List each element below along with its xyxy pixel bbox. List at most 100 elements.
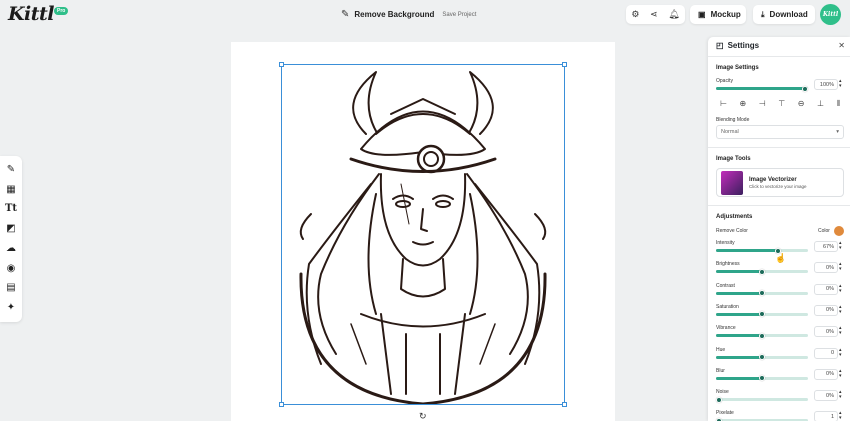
plan-badge: Pro bbox=[54, 7, 69, 15]
saturation-slider[interactable] bbox=[716, 311, 808, 318]
opacity-fill bbox=[716, 87, 808, 90]
rotate-icon[interactable]: ↻ bbox=[419, 411, 427, 421]
resize-handle-bl[interactable] bbox=[279, 402, 284, 407]
text-icon[interactable]: Tt bbox=[5, 204, 17, 214]
align-center-icon[interactable]: ⊕ bbox=[740, 99, 747, 109]
brightness-stepper-icon[interactable]: ▴ ▾ bbox=[839, 262, 842, 272]
opacity-knob[interactable] bbox=[802, 85, 808, 92]
contrast-knob[interactable] bbox=[759, 290, 765, 297]
hue-stepper-icon[interactable]: ▴ ▾ bbox=[839, 347, 842, 358]
brightness-label: Brightness bbox=[716, 261, 740, 268]
kittl-logo[interactable]: Kittl bbox=[8, 3, 55, 25]
close-icon[interactable]: ✕ bbox=[838, 41, 845, 50]
save-project-link[interactable]: Save Project bbox=[442, 12, 476, 18]
project-name[interactable]: Remove Background bbox=[354, 10, 434, 19]
vibrance-stepper-icon[interactable]: ▴ ▾ bbox=[839, 326, 842, 336]
brightness-fill bbox=[716, 270, 762, 274]
image-vectorizer-card[interactable]: Image Vectorizer Click to vectorize your… bbox=[716, 168, 844, 197]
pixelate-stepper-icon[interactable]: ▴ ▾ bbox=[839, 411, 842, 421]
settings-title: Settings bbox=[727, 41, 760, 50]
resize-handle-tr[interactable] bbox=[562, 62, 567, 67]
intensity-slider[interactable] bbox=[716, 247, 808, 254]
intensity-fill bbox=[716, 249, 778, 252]
blur-stepper-icon[interactable]: ▴ ▾ bbox=[839, 368, 842, 379]
bell-icon[interactable]: 🔔︎ bbox=[668, 9, 679, 20]
hue-fill bbox=[716, 355, 762, 359]
vibrance-value[interactable]: 0% bbox=[814, 326, 838, 338]
saturation-label: Saturation bbox=[716, 303, 739, 310]
align-top-icon[interactable]: ⊤ bbox=[778, 99, 785, 109]
mockup-button[interactable]: ▣ Mockup bbox=[690, 5, 746, 24]
opacity-slider[interactable] bbox=[716, 85, 808, 92]
settings-panel: ◰ Settings ✕ Image Settings Opacity 100%… bbox=[708, 37, 850, 421]
saturation-value[interactable]: 0% bbox=[814, 304, 838, 316]
vibrance-fill bbox=[716, 334, 762, 338]
pixelate-value[interactable]: 1 bbox=[814, 411, 838, 421]
chevron-down-icon: ▾ bbox=[836, 129, 839, 135]
selection-box[interactable] bbox=[281, 64, 565, 405]
remove-color-swatch[interactable] bbox=[834, 226, 844, 236]
align-middle-icon[interactable]: ⊖ bbox=[798, 99, 805, 109]
hue-slider[interactable] bbox=[716, 354, 808, 360]
intensity-value[interactable]: 67% bbox=[814, 241, 838, 252]
shapes-icon[interactable]: ◩ bbox=[6, 224, 15, 234]
upload-icon[interactable]: ☁ bbox=[6, 243, 16, 254]
contrast-slider[interactable] bbox=[716, 290, 808, 297]
divider bbox=[708, 205, 850, 206]
vibrance-knob[interactable] bbox=[759, 332, 765, 339]
opacity-stepper-icon[interactable]: ▴ ▾ bbox=[839, 79, 842, 89]
templates-icon[interactable]: ▦ bbox=[6, 184, 15, 195]
blending-mode-select[interactable]: Normal ▾ bbox=[716, 125, 844, 139]
noise-stepper-icon[interactable]: ▴ ▾ bbox=[839, 390, 842, 400]
color-label: Color bbox=[818, 228, 830, 234]
blur-slider[interactable] bbox=[716, 375, 808, 382]
pattern-icon[interactable]: ▤ bbox=[6, 283, 15, 293]
saturation-knob[interactable] bbox=[759, 311, 765, 318]
vectorizer-title: Image Vectorizer bbox=[749, 176, 797, 183]
blur-value[interactable]: 0% bbox=[814, 368, 838, 380]
noise-value[interactable]: 0% bbox=[814, 390, 838, 402]
mockup-label: Mockup bbox=[710, 10, 741, 19]
contrast-stepper-icon[interactable]: ▴ ▾ bbox=[839, 283, 842, 294]
intensity-label: Intensity bbox=[716, 240, 735, 246]
align-toolbar: ⊢ ⊕ ⊣ ⊤ ⊖ ⊥ ⦀ bbox=[720, 99, 840, 109]
mouse-cursor: ☝ bbox=[775, 253, 787, 263]
image-tools-heading: Image Tools bbox=[716, 156, 751, 162]
saturation-stepper-icon[interactable]: ▴ ▾ bbox=[839, 304, 842, 315]
project-title-area[interactable]: ✎ Remove Background Save Project bbox=[341, 9, 476, 20]
vectorizer-subtitle: Click to vectorize your image bbox=[749, 183, 807, 189]
hue-knob[interactable] bbox=[759, 354, 765, 360]
noise-knob[interactable] bbox=[716, 396, 722, 403]
opacity-label: Opacity bbox=[716, 78, 733, 84]
contrast-label: Contrast bbox=[716, 282, 735, 289]
distribute-icon[interactable]: ⦀ bbox=[836, 99, 840, 109]
intensity-stepper-icon[interactable]: ▴ ▾ bbox=[839, 241, 842, 251]
gear-icon[interactable]: ⚙ bbox=[631, 9, 639, 20]
align-bottom-icon[interactable]: ⊥ bbox=[817, 99, 824, 109]
brightness-knob[interactable] bbox=[759, 268, 765, 275]
blur-knob[interactable] bbox=[759, 375, 765, 382]
remove-color-label: Remove Color bbox=[716, 228, 748, 234]
ai-sparkle-icon[interactable]: ✦ bbox=[7, 303, 15, 313]
resize-handle-br[interactable] bbox=[562, 402, 567, 407]
brightness-value[interactable]: 0% bbox=[814, 262, 838, 274]
hue-value[interactable]: 0 bbox=[814, 347, 838, 359]
download-icon: ⤓ bbox=[761, 9, 765, 19]
avatar[interactable]: Kittl bbox=[820, 4, 841, 25]
noise-slider[interactable] bbox=[716, 396, 808, 403]
contrast-value[interactable]: 0% bbox=[814, 283, 838, 295]
brightness-slider[interactable] bbox=[716, 268, 808, 275]
noise-label: Noise bbox=[716, 389, 729, 396]
edit-icon[interactable]: ✎ bbox=[7, 164, 15, 175]
align-left-icon[interactable]: ⊢ bbox=[720, 99, 727, 109]
vibrance-slider[interactable] bbox=[716, 332, 808, 339]
share-icon[interactable]: ⋖ bbox=[650, 9, 658, 20]
hue-label: Hue bbox=[716, 346, 726, 353]
opacity-value[interactable]: 100% bbox=[814, 79, 838, 90]
align-right-icon[interactable]: ⊣ bbox=[759, 99, 766, 109]
vectorizer-thumbnail bbox=[721, 170, 743, 195]
camera-icon[interactable]: ◉ bbox=[7, 263, 16, 274]
download-button[interactable]: ⤓ Download bbox=[753, 5, 815, 24]
resize-handle-tl[interactable] bbox=[279, 62, 284, 67]
left-toolbar: ✎ ▦ Tt ◩ ☁ ◉ ▤ ✦ bbox=[0, 156, 22, 322]
